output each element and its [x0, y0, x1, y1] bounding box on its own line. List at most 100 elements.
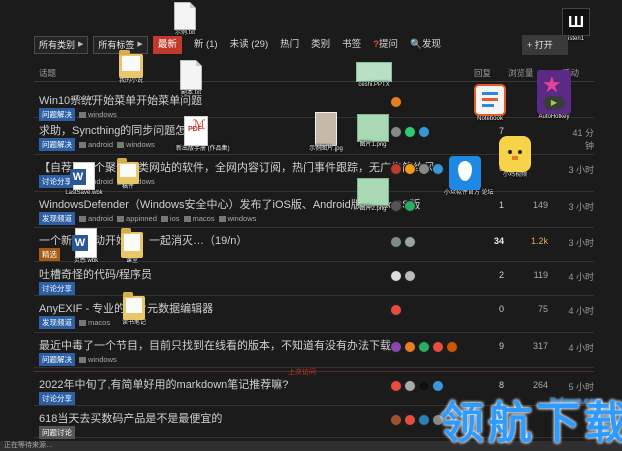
avatar[interactable] [390, 236, 402, 248]
topic-tag[interactable]: windows [79, 355, 117, 364]
header-views[interactable]: 浏览量 [508, 67, 534, 79]
topic-meta: 精选 [39, 248, 60, 261]
topic-tag[interactable]: windows [117, 140, 155, 149]
nav-discover[interactable]: 🔍发现 [410, 36, 441, 54]
tag-label: android [88, 140, 114, 149]
topic-tag[interactable]: appinned [117, 214, 157, 223]
topic-tag[interactable]: windows [218, 214, 256, 223]
avatar[interactable] [390, 380, 402, 392]
desktop-text-file-top[interactable]: 示例.txt [168, 2, 202, 37]
nav-categories[interactable]: 类别 [311, 36, 330, 54]
avatar[interactable] [404, 126, 416, 138]
last-visit-label: 上次访问 [288, 369, 316, 376]
avatar[interactable] [432, 341, 444, 353]
poster-avatars [390, 236, 416, 248]
activity-time[interactable]: 3 小时 [564, 200, 594, 213]
avatar[interactable] [432, 163, 444, 175]
category-badge[interactable]: 讨论分享 [39, 282, 75, 295]
nav-latest[interactable]: 最新 [152, 36, 182, 54]
activity-time[interactable]: 5 小时 [564, 380, 594, 393]
avatar[interactable] [390, 341, 402, 353]
topic-tag[interactable]: macos [183, 214, 215, 223]
header-replies[interactable]: 回复 [474, 67, 491, 79]
activity-time[interactable]: 4 小时 [564, 270, 594, 283]
avatar[interactable] [418, 126, 430, 138]
avatar[interactable] [418, 341, 430, 353]
avatar[interactable] [404, 270, 416, 282]
category-badge[interactable]: 问题讨论 [39, 426, 75, 439]
avatar[interactable] [404, 380, 416, 392]
topic-tag[interactable]: ios [160, 214, 180, 223]
avatar[interactable] [404, 414, 416, 426]
desktop-folder-task[interactable]: 课堂 [114, 228, 150, 265]
desktop-mini-video-app[interactable]: 小鸡视频 [494, 136, 536, 179]
user-logo-icon: Ш [562, 8, 590, 36]
avatar[interactable] [418, 163, 430, 175]
avatar[interactable] [404, 341, 416, 353]
word-icon: W [72, 235, 88, 251]
topic-row[interactable]: 最近中毒了一个节目，目前只找到在线看的版本，不知道有没有办法下载 问题解决 wind… [34, 333, 594, 368]
topic-row[interactable]: WindowsDefender（Windows安全中心）发布了iOS版、Andr… [34, 192, 594, 228]
desktop-image-file-2[interactable]: 图片1.png [354, 114, 392, 149]
avatar[interactable] [446, 341, 458, 353]
nav-unread[interactable]: 未读 (29) [230, 36, 269, 54]
topic-tag[interactable]: android [79, 140, 113, 149]
avatar[interactable] [390, 163, 402, 175]
desktop-text-file[interactable]: 副本.txt [173, 60, 209, 97]
desktop-pdf-file[interactable]: ℳ PDF 新出版手册 (作品集) [176, 116, 230, 153]
desktop-image-file-3[interactable]: 图片2.png [354, 178, 392, 213]
tag-icon [79, 356, 86, 363]
avatar[interactable] [404, 163, 416, 175]
nav-bookmarks[interactable]: 书签 [342, 36, 361, 54]
avatar[interactable] [390, 414, 402, 426]
nav-ask[interactable]: ?提问 [373, 36, 398, 54]
header-topic[interactable]: 话题 [39, 67, 56, 79]
activity-time[interactable]: 41 分钟 [564, 126, 594, 152]
activity-time[interactable]: 4 小时 [564, 341, 594, 354]
activity-time[interactable]: 3 小时 [564, 236, 594, 249]
avatar[interactable] [418, 380, 430, 392]
topic-title-link[interactable]: 吐槽奇怪的代码/程序员 [39, 266, 152, 282]
desktop-autohotkey-app[interactable]: ★ ▶ AutoHotkey [532, 70, 576, 121]
nav-new[interactable]: 新 (1) [194, 36, 218, 54]
topic-tag[interactable]: android [79, 214, 113, 223]
search-icon: 🔍 [410, 39, 422, 50]
avatar[interactable] [390, 96, 402, 108]
category-badge[interactable]: 讨论分享 [39, 392, 75, 405]
desktop-appinn-app[interactable]: 小众软件官方 论坛 [444, 156, 494, 197]
category-badge[interactable]: 精选 [39, 248, 60, 261]
avatar[interactable] [432, 380, 444, 392]
avatar[interactable] [390, 270, 402, 282]
category-dropdown[interactable]: 所有类别 ▶ [34, 36, 89, 54]
topic-tag[interactable]: macos [79, 318, 110, 327]
avatar[interactable] [404, 200, 416, 212]
activity-time[interactable]: 4 小时 [564, 304, 594, 317]
desktop-notebook-app[interactable]: Notebook [470, 84, 510, 123]
tag-label: appinned [126, 214, 157, 223]
desktop-folder-note[interactable]: 我的小说 [112, 50, 150, 85]
topic-title-link[interactable]: 最近中毒了一个节目，目前只找到在线看的版本，不知道有没有办法下载 [39, 337, 391, 353]
topic-meta: 讨论分享 [39, 392, 75, 405]
desktop-pptx-file[interactable]: ceshi.PPTX [350, 62, 398, 89]
topic-row[interactable]: 吐槽奇怪的代码/程序员 讨论分享 2 119 4 小时 [34, 262, 594, 296]
category-badge[interactable]: 问题解决 [39, 353, 75, 366]
desktop-autostart[interactable]: autostart [60, 96, 104, 103]
desktop-word-file-1[interactable]: W LastSave.wbk [62, 162, 106, 197]
desktop-image-file-1[interactable]: 示例图片.jpg [308, 112, 344, 153]
activity-time[interactable]: 3 小时 [564, 163, 594, 176]
desktop-word-file-2[interactable]: W 灵感.wbk [66, 228, 106, 265]
topic-meta: 讨论分享 [39, 282, 75, 295]
category-badge[interactable]: 问题解决 [39, 138, 75, 151]
desktop-user-icon[interactable]: Ш isten1 [558, 8, 594, 43]
desktop-folder-study[interactable]: 读书笔记 [116, 292, 152, 327]
avatar[interactable] [390, 304, 402, 316]
topic-title-link[interactable]: 2022年中旬了,有简单好用的markdown笔记推荐嘛? [39, 376, 288, 392]
category-badge[interactable]: 发现频道 [39, 316, 75, 329]
category-badge[interactable]: 发现频道 [39, 212, 75, 225]
desktop-folder-draft[interactable]: 稿件 [110, 158, 146, 191]
avatar[interactable] [418, 414, 430, 426]
reply-count: 2 [498, 270, 504, 280]
topic-title-link[interactable]: 618当天去买数码产品是不是最便宜的 [39, 410, 222, 426]
avatar[interactable] [404, 236, 416, 248]
nav-hot[interactable]: 热门 [280, 36, 299, 54]
